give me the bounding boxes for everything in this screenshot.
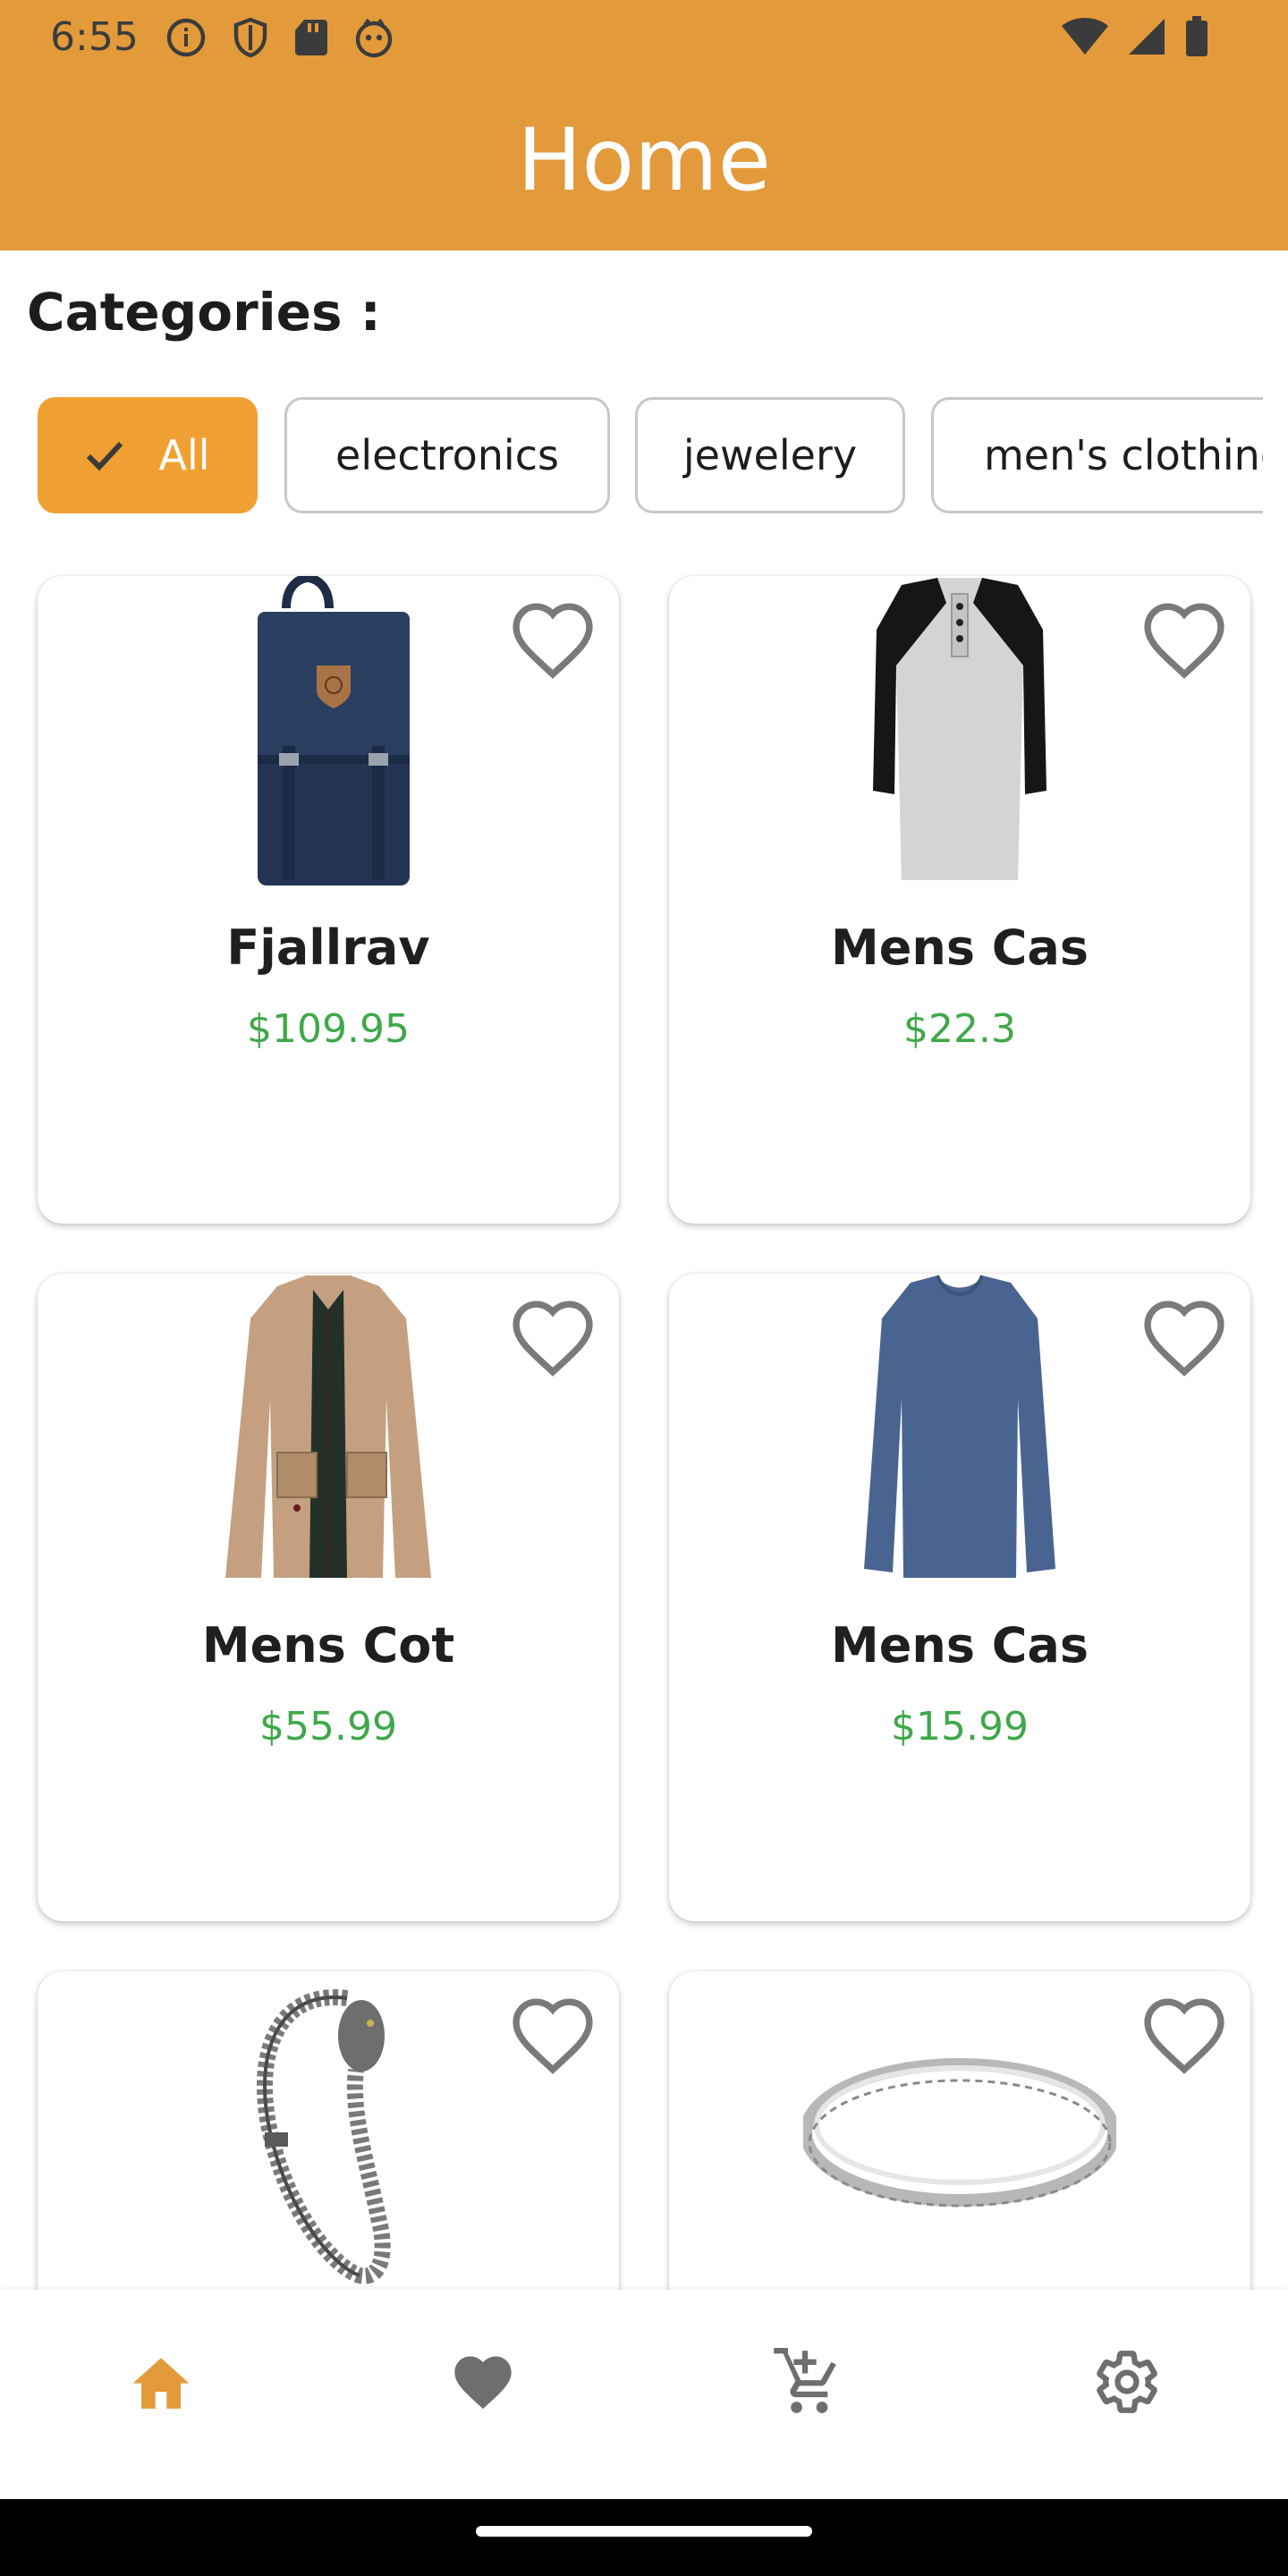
robot-face-icon <box>352 16 395 59</box>
product-name: Mens Cas <box>831 1617 1089 1674</box>
chip-mens-clothing[interactable]: men's clothing <box>931 397 1263 513</box>
product-image <box>172 1971 485 2284</box>
chip-label: All <box>158 431 210 479</box>
favorite-heart-icon[interactable] <box>508 1297 597 1377</box>
product-image <box>803 576 1116 889</box>
chip-electronics[interactable]: electronics <box>284 397 610 513</box>
cotton-jacket-image <box>225 1275 431 1578</box>
battery-icon <box>1184 16 1209 57</box>
categories-heading: Categories : <box>27 282 381 343</box>
product-name: Fjallrav <box>226 919 430 976</box>
info-icon <box>165 16 208 59</box>
silver-ring-image <box>800 2058 1120 2207</box>
product-name: Mens Cot <box>201 1617 455 1674</box>
product-card[interactable]: Fjallrav $109.95 <box>38 572 619 1224</box>
home-gesture-handle[interactable] <box>476 2526 812 2537</box>
system-navigation-bar <box>0 2499 1288 2576</box>
chip-label: jewelery <box>682 431 858 479</box>
product-card[interactable]: Mens Cas $15.99 <box>669 1274 1250 1921</box>
signal-icon <box>1127 17 1166 56</box>
favorite-heart-icon[interactable] <box>1140 599 1229 680</box>
product-price: $22.3 <box>903 1006 1016 1052</box>
nav-home[interactable] <box>116 2343 206 2424</box>
wifi-icon <box>1061 17 1109 56</box>
chip-label: men's clothing <box>984 431 1263 479</box>
chip-all[interactable]: All <box>38 397 258 513</box>
product-grid: Fjallrav $109.95 Mens Cas $22.3 Mens Cot… <box>0 572 1288 2290</box>
settings-gear-icon <box>1093 2348 1161 2420</box>
product-name: Mens Cas <box>831 919 1089 976</box>
product-card[interactable] <box>38 1971 619 2290</box>
bottom-navigation <box>0 2290 1288 2499</box>
category-chips: All electronics jewelery men's clothing <box>38 397 1263 517</box>
status-bar: 6:55 <box>0 0 1288 75</box>
chip-label: electronics <box>335 431 559 479</box>
product-image <box>803 1274 1116 1587</box>
home-icon <box>127 2352 195 2416</box>
product-image <box>172 572 485 889</box>
backpack-image <box>258 572 410 886</box>
product-card[interactable]: Mens Cot $55.99 <box>38 1274 619 1921</box>
app-header: Home <box>0 75 1288 250</box>
product-card[interactable] <box>669 1971 1250 2290</box>
dragon-bracelet-image <box>256 1989 391 2284</box>
favorite-heart-icon[interactable] <box>508 1995 597 2075</box>
chip-jewelery[interactable]: jewelery <box>635 397 905 513</box>
sd-card-icon <box>293 18 329 57</box>
nav-settings[interactable] <box>1082 2343 1172 2424</box>
heart-icon <box>449 2351 517 2418</box>
favorite-heart-icon[interactable] <box>508 599 597 680</box>
status-time: 6:55 <box>50 14 139 60</box>
add-to-cart-icon <box>771 2347 839 2420</box>
long-sleeve-tshirt-image <box>864 1275 1055 1578</box>
product-price: $109.95 <box>247 1006 410 1052</box>
product-image <box>800 1971 1120 2284</box>
raglan-tshirt-image <box>873 578 1046 880</box>
status-icons-right <box>1061 16 1209 57</box>
page-title: Home <box>517 110 771 210</box>
check-icon <box>85 440 124 470</box>
product-card[interactable]: Mens Cas $22.3 <box>669 576 1250 1224</box>
product-price: $55.99 <box>259 1704 397 1750</box>
nav-cart[interactable] <box>760 2343 850 2424</box>
product-price: $15.99 <box>891 1704 1029 1750</box>
product-image <box>172 1274 485 1587</box>
status-icons-left <box>165 16 395 59</box>
favorite-heart-icon[interactable] <box>1140 1297 1229 1377</box>
favorite-heart-icon[interactable] <box>1140 1995 1229 2075</box>
shield-icon <box>231 16 270 59</box>
nav-favorites[interactable] <box>438 2343 528 2424</box>
